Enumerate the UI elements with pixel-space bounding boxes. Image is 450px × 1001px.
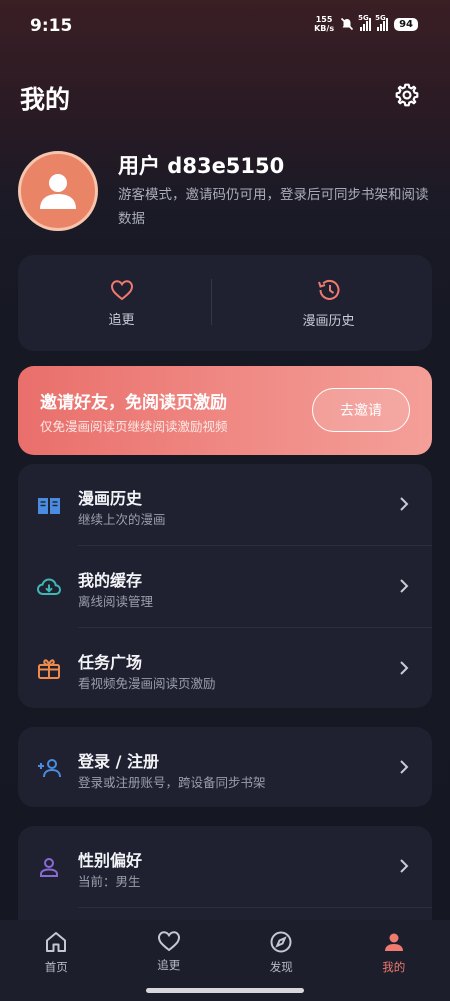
username: 用户 d83e5150 (118, 154, 285, 178)
gear-icon (395, 83, 419, 107)
menu-item-comic-history[interactable]: 漫画历史 继续上次的漫画 (18, 464, 432, 545)
signal-1-icon: 5G (358, 14, 372, 31)
home-icon (46, 932, 67, 952)
nav-item-home[interactable]: 首页 (0, 920, 113, 1001)
menu-item-title: 登录 / 注册 (78, 752, 159, 771)
quick-action-history[interactable]: 漫画历史 (225, 255, 432, 351)
history-icon (317, 279, 339, 300)
menu-item-tasks[interactable]: 任务广场 看视频免漫画阅读页激励 (18, 628, 432, 709)
chevron-right-icon (400, 859, 409, 873)
invite-button[interactable]: 去邀请 (312, 388, 410, 432)
menu-item-subtitle: 看视频免漫画阅读页激励 (78, 676, 216, 691)
settings-button[interactable] (394, 82, 420, 108)
menu-item-gender[interactable]: 性别偏好 当前：男生 (18, 826, 432, 907)
menu-item-title: 任务广场 (78, 653, 143, 672)
net-speed: 155 KB/s (314, 15, 335, 33)
invite-subtitle: 仅免漫画阅读页继续阅读激励视频 (40, 419, 228, 434)
chevron-right-icon (400, 760, 409, 774)
menu-item-login[interactable]: 登录 / 注册 登录或注册账号，跨设备同步书架 (18, 727, 432, 807)
quick-action-follow[interactable]: 追更 (18, 255, 225, 351)
menu-item-subtitle: 当前：男生 (78, 874, 141, 889)
page-title: 我的 (20, 85, 71, 114)
avatar[interactable] (18, 151, 98, 231)
home-indicator[interactable] (146, 988, 304, 993)
quick-actions-card: 追更 漫画历史 (18, 255, 432, 351)
signal-2-icon: 5G (375, 14, 389, 31)
user-avatar-icon (40, 174, 76, 209)
divider (78, 907, 432, 908)
quick-action-follow-label: 追更 (108, 312, 135, 328)
nav-label: 首页 (44, 960, 68, 974)
mute-bell-icon (341, 17, 354, 31)
nav-label: 我的 (382, 960, 406, 974)
invite-title: 邀请好友，免阅读页激励 (40, 393, 227, 413)
divider (211, 279, 212, 325)
menu-item-subtitle: 登录或注册账号，跨设备同步书架 (78, 775, 266, 790)
add-user-icon (38, 759, 61, 778)
menu-item-title: 漫画历史 (78, 489, 143, 508)
menu-item-subtitle: 离线阅读管理 (78, 594, 154, 609)
book-icon (38, 498, 60, 514)
person-icon (40, 858, 58, 877)
nav-label: 追更 (157, 958, 181, 972)
nav-label: 发现 (269, 960, 293, 974)
menu-item-title: 我的缓存 (78, 571, 143, 590)
menu-item-cache[interactable]: 我的缓存 离线阅读管理 (18, 546, 432, 627)
heart-icon (110, 279, 133, 300)
chevron-right-icon (400, 497, 409, 511)
status-time: 9:15 (30, 16, 73, 36)
battery-indicator: 94 (394, 17, 418, 31)
invite-banner[interactable]: 邀请好友，免阅读页激励 仅免漫画阅读页继续阅读激励视频 去邀请 (18, 366, 432, 455)
compass-icon (270, 931, 292, 953)
chevron-right-icon (400, 579, 409, 593)
status-icons: 155 KB/s 5G 5G 94 (314, 14, 418, 33)
status-bar: 9:15 155 KB/s 5G 5G 94 (0, 0, 450, 54)
menu-group-account: 登录 / 注册 登录或注册账号，跨设备同步书架 (18, 727, 432, 807)
cloud-download-icon (36, 578, 62, 595)
chevron-right-icon (400, 661, 409, 675)
profile-icon (384, 933, 403, 951)
menu-group-main: 漫画历史 继续上次的漫画 我的缓存 离线阅读管理 任务广场 看视频免漫画阅读页激… (18, 464, 432, 708)
menu-item-title: 性别偏好 (78, 851, 143, 870)
menu-item-subtitle: 继续上次的漫画 (78, 512, 166, 527)
heart-icon (157, 931, 180, 952)
gift-icon (38, 659, 60, 679)
user-description: 游客模式，邀请码仍可用，登录后可同步书架和阅读数据 (118, 187, 429, 227)
nav-item-profile[interactable]: 我的 (338, 920, 450, 1001)
quick-action-history-label: 漫画历史 (302, 313, 355, 329)
